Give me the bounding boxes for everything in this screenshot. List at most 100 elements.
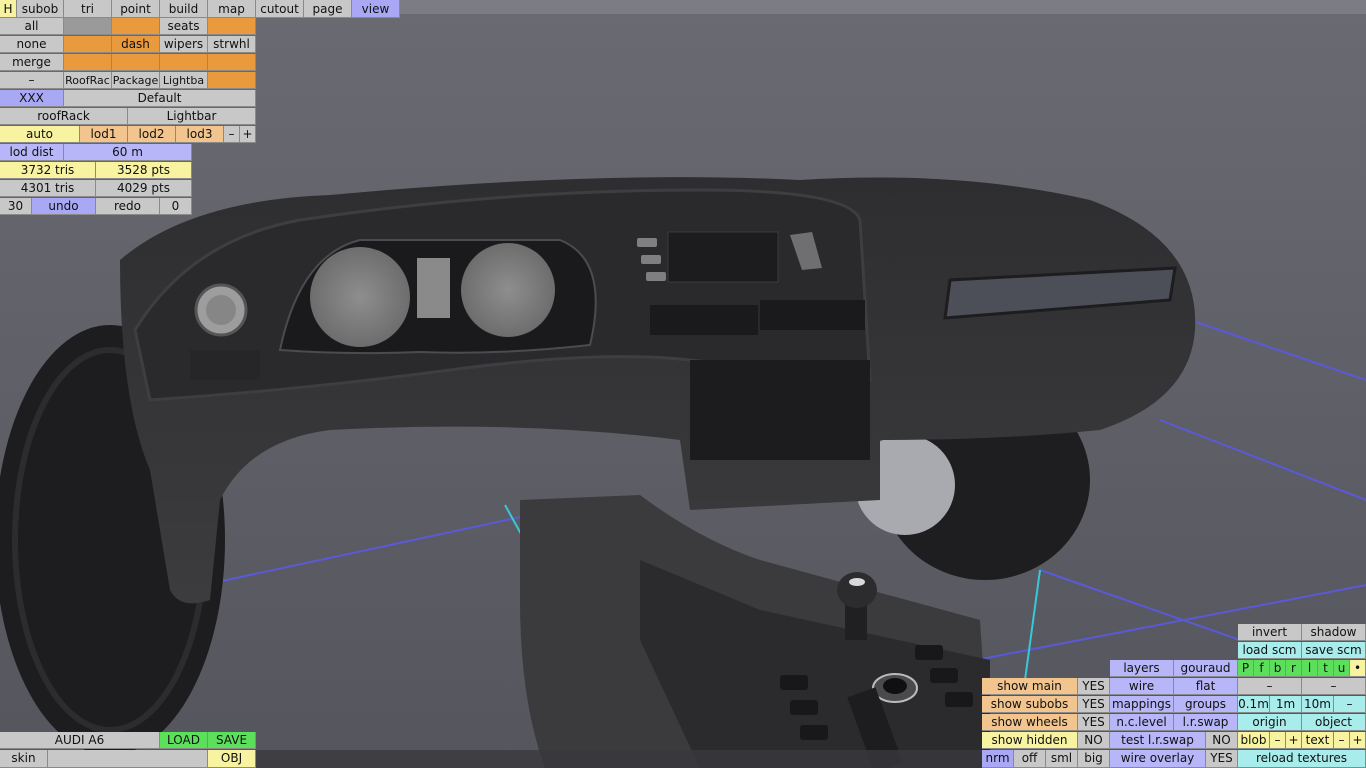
- object-button[interactable]: object: [1302, 714, 1366, 731]
- show-hidden-label[interactable]: show hidden: [982, 732, 1078, 749]
- groups-button[interactable]: groups: [1174, 696, 1238, 713]
- invert-button[interactable]: invert: [1238, 624, 1302, 641]
- subob-slot[interactable]: [208, 72, 256, 89]
- redo-button[interactable]: redo: [96, 198, 160, 215]
- flag-b-toggle[interactable]: b: [1270, 660, 1286, 677]
- load-scm-button[interactable]: load scm: [1238, 642, 1302, 659]
- wire-overlay-label[interactable]: wire overlay: [1110, 750, 1206, 768]
- flat-button[interactable]: flat: [1174, 678, 1238, 695]
- tab-cutout[interactable]: cutout: [256, 0, 304, 18]
- shadow-button[interactable]: shadow: [1302, 624, 1366, 641]
- skin-label[interactable]: skin: [0, 750, 48, 768]
- lod-auto-button[interactable]: auto: [0, 126, 80, 143]
- subob-dash-button[interactable]: dash: [112, 36, 160, 53]
- variant-roofrack-button[interactable]: roofRack: [0, 108, 128, 125]
- origin-button[interactable]: origin: [1238, 714, 1302, 731]
- tab-build[interactable]: build: [160, 0, 208, 18]
- subob-dash-toggle[interactable]: –: [0, 72, 64, 89]
- tab-page[interactable]: page: [304, 0, 352, 18]
- normal-size-button[interactable]: nrm: [982, 750, 1014, 768]
- big-size-button[interactable]: big: [1078, 750, 1110, 768]
- subob-wipers-button[interactable]: wipers: [160, 36, 208, 53]
- load-button[interactable]: LOAD: [160, 732, 208, 749]
- show-subobs-label[interactable]: show subobs: [982, 696, 1078, 713]
- lod-plus-button[interactable]: +: [240, 126, 256, 143]
- show-wheels-value[interactable]: YES: [1078, 714, 1110, 731]
- save-button[interactable]: SAVE: [208, 732, 256, 749]
- flag-p-toggle[interactable]: P: [1238, 660, 1254, 677]
- subob-none-button[interactable]: none: [0, 36, 64, 53]
- dist-10m-button[interactable]: 10m: [1302, 696, 1334, 713]
- show-subobs-value[interactable]: YES: [1078, 696, 1110, 713]
- variant-lightbar-button[interactable]: Lightbar: [128, 108, 256, 125]
- tab-map[interactable]: map: [208, 0, 256, 18]
- small-size-button[interactable]: sml: [1046, 750, 1078, 768]
- subob-package-button[interactable]: Package: [112, 72, 160, 89]
- wire-overlay-value[interactable]: YES: [1206, 750, 1238, 768]
- lod-minus-button[interactable]: –: [224, 126, 240, 143]
- layers-button[interactable]: layers: [1110, 660, 1174, 677]
- flag-r-toggle[interactable]: r: [1286, 660, 1302, 677]
- obj-button[interactable]: OBJ: [208, 750, 256, 768]
- flag-t-toggle[interactable]: t: [1318, 660, 1334, 677]
- text-minus-button[interactable]: –: [1334, 732, 1350, 749]
- lr-swap-button[interactable]: l.r.swap: [1174, 714, 1238, 731]
- tab-tri[interactable]: tri: [64, 0, 112, 18]
- dist-minus-button[interactable]: –: [1334, 696, 1366, 713]
- dist-01m-button[interactable]: 0.1m: [1238, 696, 1270, 713]
- save-scm-button[interactable]: save scm: [1302, 642, 1366, 659]
- tab-subob[interactable]: subob: [17, 0, 64, 18]
- h-button[interactable]: H: [0, 0, 17, 18]
- variant-xxx-button[interactable]: XXX: [0, 90, 64, 107]
- subob-seats-button[interactable]: seats: [160, 18, 208, 35]
- show-hidden-value[interactable]: NO: [1078, 732, 1110, 749]
- show-main-value[interactable]: YES: [1078, 678, 1110, 695]
- flag-dot-toggle[interactable]: •: [1350, 660, 1366, 677]
- redo-count: 0: [160, 198, 192, 215]
- lod-dist-value[interactable]: 60 m: [64, 144, 192, 161]
- skin-field[interactable]: [48, 750, 208, 768]
- dist-1m-button[interactable]: 1m: [1270, 696, 1302, 713]
- lod2-button[interactable]: lod2: [128, 126, 176, 143]
- tab-view[interactable]: view: [352, 0, 400, 18]
- flag-f-toggle[interactable]: f: [1254, 660, 1270, 677]
- subob-merge-button[interactable]: merge: [0, 54, 64, 71]
- tab-point[interactable]: point: [112, 0, 160, 18]
- text-button[interactable]: text: [1302, 732, 1334, 749]
- blob-plus-button[interactable]: +: [1286, 732, 1302, 749]
- lod3-button[interactable]: lod3: [176, 126, 224, 143]
- gouraud-button[interactable]: gouraud: [1174, 660, 1238, 677]
- subob-slot[interactable]: [64, 36, 112, 53]
- show-main-label[interactable]: show main: [982, 678, 1078, 695]
- dash-button-2[interactable]: –: [1302, 678, 1366, 695]
- blob-minus-button[interactable]: –: [1270, 732, 1286, 749]
- undo-button[interactable]: undo: [32, 198, 96, 215]
- subob-slot[interactable]: [112, 18, 160, 35]
- off-size-button[interactable]: off: [1014, 750, 1046, 768]
- wire-button[interactable]: wire: [1110, 678, 1174, 695]
- reload-textures-button[interactable]: reload textures: [1238, 750, 1366, 768]
- nc-level-button[interactable]: n.c.level: [1110, 714, 1174, 731]
- subob-strwhl-button[interactable]: strwhl: [208, 36, 256, 53]
- show-wheels-label[interactable]: show wheels: [982, 714, 1078, 731]
- pts-count-total: 4029 pts: [96, 180, 192, 197]
- subob-slot[interactable]: [160, 54, 208, 71]
- text-plus-button[interactable]: +: [1350, 732, 1366, 749]
- test-lr-swap-value[interactable]: NO: [1206, 732, 1238, 749]
- lod1-button[interactable]: lod1: [80, 126, 128, 143]
- flag-l-toggle[interactable]: l: [1302, 660, 1318, 677]
- subob-slot[interactable]: [64, 54, 112, 71]
- subob-all-button[interactable]: all: [0, 18, 64, 35]
- subob-slot[interactable]: [64, 18, 112, 35]
- flag-u-toggle[interactable]: u: [1334, 660, 1350, 677]
- blob-button[interactable]: blob: [1238, 732, 1270, 749]
- mappings-button[interactable]: mappings: [1110, 696, 1174, 713]
- subob-lightbar-button[interactable]: Lightba: [160, 72, 208, 89]
- subob-roofrack-button[interactable]: RoofRac: [64, 72, 112, 89]
- subob-slot[interactable]: [208, 54, 256, 71]
- subob-slot[interactable]: [208, 18, 256, 35]
- test-lr-swap-label[interactable]: test l.r.swap: [1110, 732, 1206, 749]
- variant-default-button[interactable]: Default: [64, 90, 256, 107]
- subob-slot[interactable]: [112, 54, 160, 71]
- dash-button-1[interactable]: –: [1238, 678, 1302, 695]
